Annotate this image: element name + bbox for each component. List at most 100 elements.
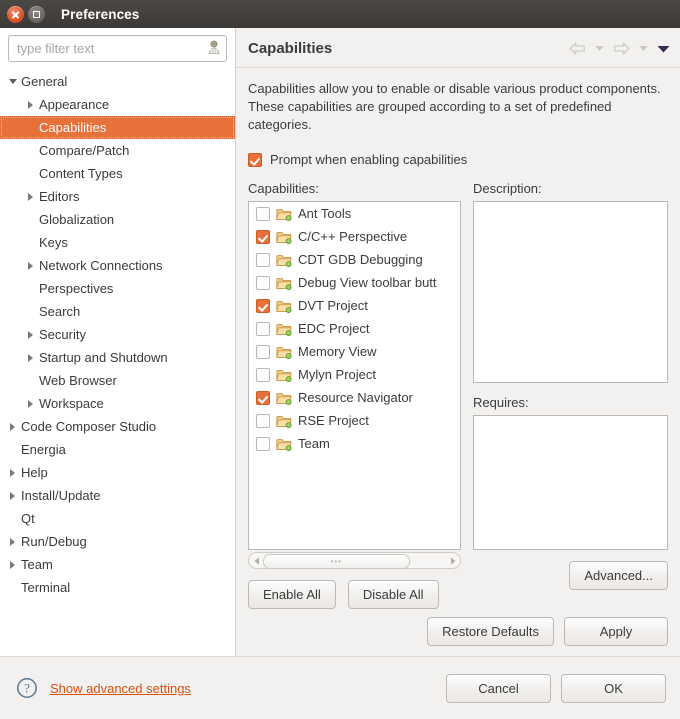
requires-textarea[interactable] (473, 415, 668, 550)
sidebar-item-editors[interactable]: Editors (0, 185, 235, 208)
sidebar-item-capabilities[interactable]: Capabilities (0, 116, 235, 139)
sidebar-item-label: Network Connections (39, 258, 163, 273)
capability-checkbox[interactable] (256, 206, 270, 221)
expand-arrow-icon[interactable] (24, 192, 37, 201)
capability-row[interactable]: Mylyn Project (249, 363, 460, 386)
back-arrow-icon[interactable] (569, 42, 586, 55)
capability-checkbox[interactable] (256, 275, 270, 290)
capability-row[interactable]: EDC Project (249, 317, 460, 340)
sidebar-item-compare-patch[interactable]: Compare/Patch (0, 139, 235, 162)
expand-arrow-icon[interactable] (6, 468, 19, 477)
expand-arrow-icon[interactable] (6, 560, 19, 569)
preferences-tree[interactable]: General Appearance Capabilities Compare/Pat… (0, 68, 235, 656)
filter-clear-icon[interactable] (207, 40, 221, 56)
apply-button[interactable]: Apply (564, 617, 668, 646)
capability-checkbox[interactable] (256, 298, 270, 313)
sidebar-item-run-debug[interactable]: Run/Debug (0, 530, 235, 553)
capability-checkbox[interactable] (256, 436, 270, 451)
capability-checkbox[interactable] (256, 229, 270, 244)
close-icon[interactable] (7, 5, 24, 23)
sidebar-item-code-composer-studio[interactable]: Code Composer Studio (0, 415, 235, 438)
sidebar-item-startup-and-shutdown[interactable]: Startup and Shutdown (0, 346, 235, 369)
sidebar-item-workspace[interactable]: Workspace (0, 392, 235, 415)
sidebar-item-perspectives[interactable]: Perspectives (0, 277, 235, 300)
sidebar-item-keys[interactable]: Keys (0, 231, 235, 254)
search-box[interactable] (8, 35, 227, 62)
enable-all-button[interactable]: Enable All (248, 580, 336, 609)
scroll-right-icon[interactable] (447, 557, 458, 565)
sidebar-item-energia[interactable]: Energia (0, 438, 235, 461)
capabilities-hscrollbar[interactable]: ••• (248, 552, 461, 570)
ok-button[interactable]: OK (561, 673, 666, 703)
sidebar-item-help[interactable]: Help (0, 461, 235, 484)
sidebar-item-globalization[interactable]: Globalization (0, 208, 235, 231)
capability-checkbox[interactable] (256, 390, 270, 405)
description-textarea[interactable] (473, 201, 668, 383)
capability-row[interactable]: Team (249, 432, 460, 455)
sidebar-item-security[interactable]: Security (0, 323, 235, 346)
sidebar-item-terminal[interactable]: Terminal (0, 576, 235, 599)
expand-arrow-icon[interactable] (24, 100, 37, 109)
sidebar-item-team[interactable]: Team (0, 553, 235, 576)
capability-checkbox[interactable] (256, 367, 270, 382)
expand-arrow-icon[interactable] (6, 537, 19, 546)
help-question-icon[interactable]: ? (16, 677, 38, 699)
collapse-arrow-icon[interactable] (6, 79, 19, 84)
capability-checkbox[interactable] (256, 344, 270, 359)
expand-arrow-icon[interactable] (24, 261, 37, 270)
filter-area (0, 28, 235, 68)
preferences-window: Preferences GeneralApp (0, 0, 680, 719)
sidebar-item-label: Search (39, 304, 81, 319)
capability-checkbox[interactable] (256, 413, 270, 428)
sidebar-item-appearance[interactable]: Appearance (0, 93, 235, 116)
advanced-button[interactable]: Advanced... (569, 561, 668, 590)
sidebar-item-label: Startup and Shutdown (39, 350, 168, 365)
sidebar-item-search[interactable]: Search (0, 300, 235, 323)
capability-row[interactable]: Resource Navigator (249, 386, 460, 409)
capability-row[interactable]: CDT GDB Debugging (249, 248, 460, 271)
hscroll-track[interactable]: ••• (263, 554, 446, 570)
sidebar-item-label: Workspace (39, 396, 104, 411)
sidebar-item-general[interactable]: General (0, 70, 235, 93)
capability-row[interactable]: C/C++ Perspective (249, 225, 460, 248)
sidebar-item-label: Security (39, 327, 86, 342)
show-advanced-settings-link[interactable]: Show advanced settings (50, 681, 191, 696)
page-action-row: Restore Defaults Apply (248, 617, 668, 656)
capability-row[interactable]: Debug View toolbar butt (249, 271, 460, 294)
sidebar-item-label: Help (21, 465, 48, 480)
folder-icon (276, 437, 292, 451)
hscroll-thumb[interactable]: ••• (263, 554, 410, 570)
capability-row[interactable]: Ant Tools (249, 202, 460, 225)
view-menu-icon[interactable] (657, 45, 670, 53)
restore-defaults-button[interactable]: Restore Defaults (427, 617, 554, 646)
sidebar-item-content-types[interactable]: Content Types (0, 162, 235, 185)
sidebar-item-qt[interactable]: Qt (0, 507, 235, 530)
capability-row[interactable]: RSE Project (249, 409, 460, 432)
expand-arrow-icon[interactable] (24, 330, 37, 339)
capability-row[interactable]: Memory View (249, 340, 460, 363)
sidebar-item-network-connections[interactable]: Network Connections (0, 254, 235, 277)
capabilities-list[interactable]: Ant Tools C/C++ Perspective CDT GDB Debugg… (248, 201, 461, 551)
forward-arrow-icon[interactable] (613, 42, 630, 55)
prompt-when-enabling-checkbox[interactable] (248, 152, 262, 167)
folder-icon (276, 391, 292, 405)
page-body: Capabilities allow you to enable or disa… (236, 68, 680, 656)
expand-arrow-icon[interactable] (6, 422, 19, 431)
capability-row[interactable]: DVT Project (249, 294, 460, 317)
disable-all-button[interactable]: Disable All (347, 580, 439, 609)
forward-chevron-down-icon[interactable] (639, 45, 648, 52)
prompt-when-enabling-row[interactable]: Prompt when enabling capabilities (248, 152, 668, 167)
sidebar-item-web-browser[interactable]: Web Browser (0, 369, 235, 392)
cancel-button[interactable]: Cancel (446, 673, 551, 703)
maximize-icon[interactable] (28, 5, 45, 23)
back-chevron-down-icon[interactable] (595, 45, 604, 52)
capability-checkbox[interactable] (256, 321, 270, 336)
expand-arrow-icon[interactable] (24, 353, 37, 362)
title-bar: Preferences (0, 0, 680, 28)
expand-arrow-icon[interactable] (24, 399, 37, 408)
capability-checkbox[interactable] (256, 252, 270, 267)
search-input[interactable] (9, 36, 226, 61)
sidebar-item-install-update[interactable]: Install/Update (0, 484, 235, 507)
expand-arrow-icon[interactable] (6, 491, 19, 500)
scroll-left-icon[interactable] (251, 557, 262, 565)
